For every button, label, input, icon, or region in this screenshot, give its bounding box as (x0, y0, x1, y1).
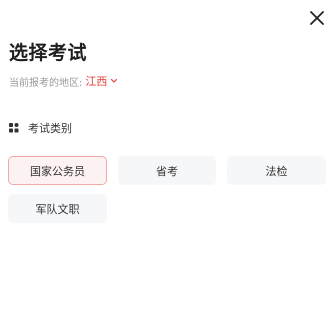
page-title: 选择考试 (9, 42, 88, 64)
exam-select-page: 选择考试 当前报考的地区: 江西 考试类别 国家公务员 省考 法检 军队文职 (0, 0, 335, 320)
category-chip-court-procuratorate[interactable]: 法检 (227, 156, 326, 185)
chevron-down-icon[interactable] (110, 77, 118, 85)
region-value[interactable]: 江西 (85, 73, 107, 89)
region-label: 当前报考的地区: (9, 77, 83, 89)
close-icon[interactable] (307, 8, 327, 28)
category-chip-military-civilian[interactable]: 军队文职 (8, 194, 107, 223)
region-row: 当前报考的地区: 江西 (9, 73, 118, 89)
category-chip-provincial-exam[interactable]: 省考 (118, 156, 216, 185)
category-chip-national-civil-servant[interactable]: 国家公务员 (8, 156, 107, 185)
section-title: 考试类别 (28, 122, 72, 135)
region-selector[interactable]: 江西 (85, 73, 118, 89)
grid-icon (9, 123, 19, 133)
section-header: 考试类别 (9, 120, 72, 136)
close-button[interactable] (307, 8, 327, 28)
